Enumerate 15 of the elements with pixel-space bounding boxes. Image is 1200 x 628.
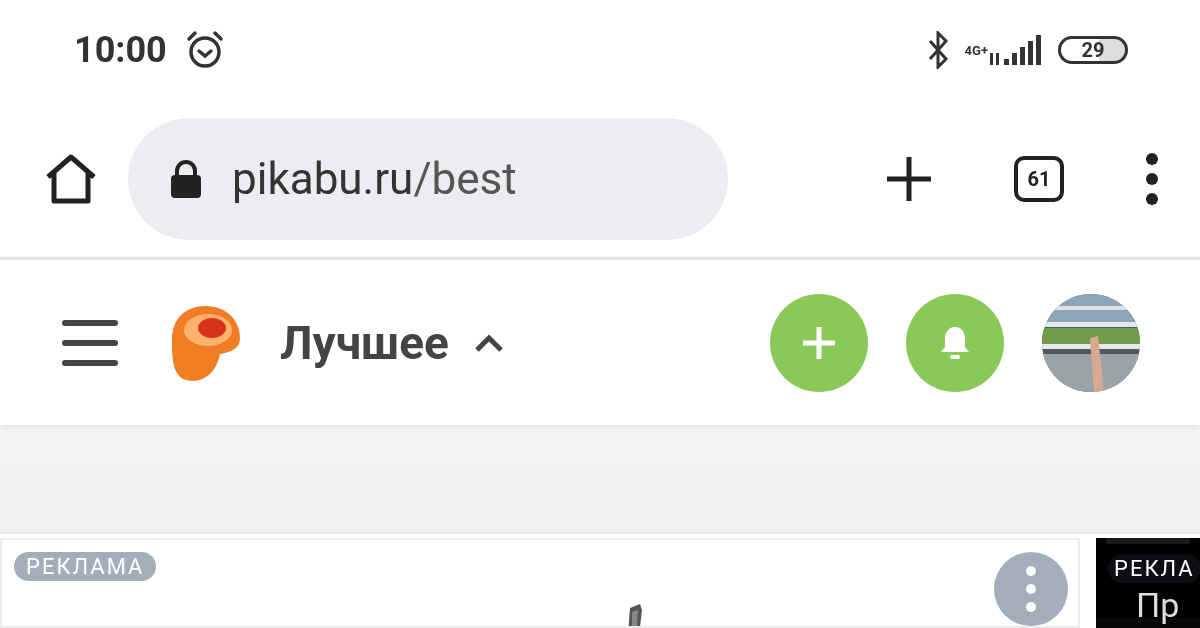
url-text: pikabu.ru/best xyxy=(232,152,517,205)
ad-badge: РЕКЛА xyxy=(1108,554,1200,583)
ad-caption: Пр xyxy=(1136,588,1180,622)
network-type: 4G+ xyxy=(964,43,988,57)
ad-card[interactable]: РЕКЛА Пр xyxy=(1096,538,1200,628)
alarm-icon xyxy=(184,30,225,70)
ad-badge: РЕКЛАМА xyxy=(14,552,157,581)
tab-count[interactable]: 61 xyxy=(1014,155,1064,202)
lock-icon xyxy=(168,158,204,199)
status-time: 10:00 xyxy=(74,29,167,71)
signal-icon xyxy=(990,33,1044,67)
page-title[interactable]: Лучшее xyxy=(280,315,449,370)
battery-indicator: 29 xyxy=(1058,36,1128,64)
bluetooth-icon xyxy=(926,31,951,69)
address-bar[interactable]: pikabu.ru/best xyxy=(128,117,728,240)
